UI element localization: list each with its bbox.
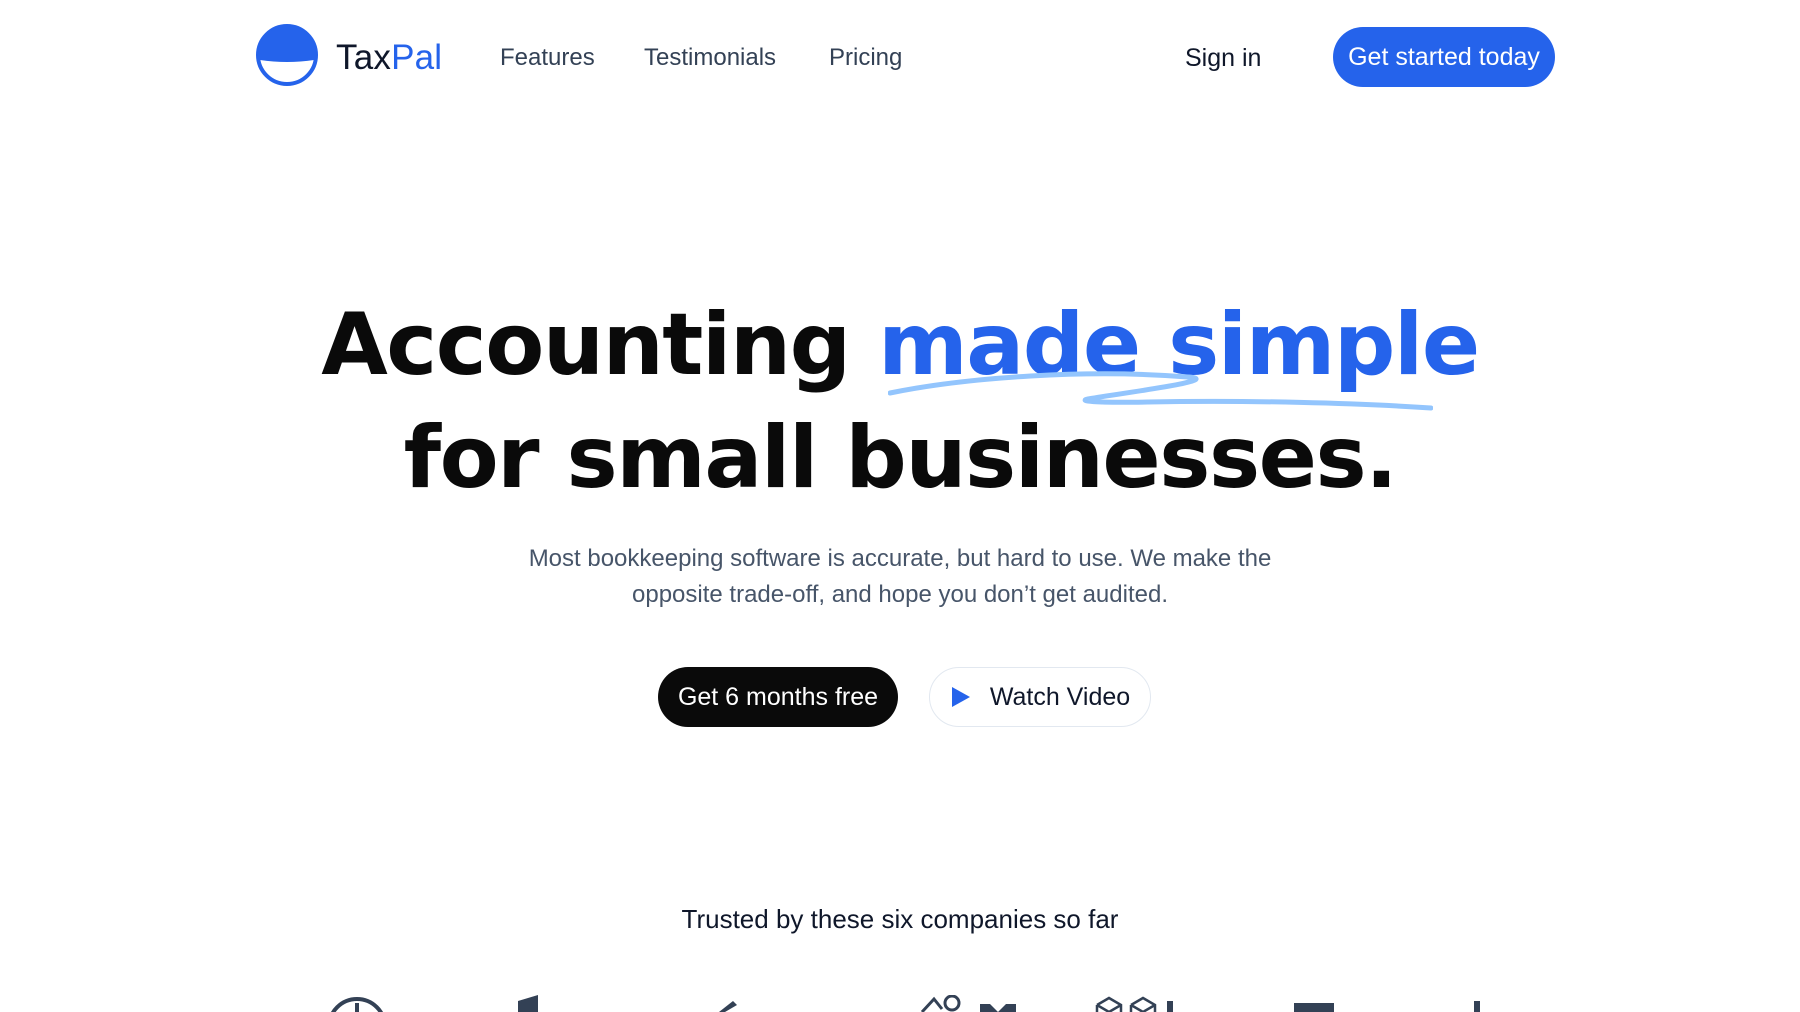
trusted-by-heading: Trusted by these six companies so far [681, 904, 1119, 934]
brand-name[interactable]: TaxPal [336, 36, 442, 80]
site-header: TaxPal Features Testimonials Pricing Sig… [0, 0, 1800, 116]
company-logo-6-icon [1294, 1001, 1480, 1012]
nav-pricing[interactable]: Pricing [829, 42, 902, 74]
company-logo-1-icon [331, 997, 383, 1012]
hero-subtitle: Most bookkeeping software is accurate, b… [528, 545, 1272, 608]
brand-name-main: Tax [336, 38, 392, 77]
nav-features[interactable]: Features [500, 42, 595, 74]
get-started-button[interactable]: Get started today [1333, 27, 1555, 87]
hero-title-line2: for small businesses. [403, 408, 1398, 508]
company-logos-row [0, 995, 1800, 1012]
taxpal-logo-icon[interactable] [256, 24, 318, 86]
hero-title-part1: Accounting [321, 295, 879, 395]
company-logo-5-icon [1095, 996, 1173, 1012]
company-logo-4-icon [920, 995, 1016, 1012]
watch-video-button[interactable]: Watch Video [929, 667, 1151, 727]
watch-video-label: Watch Video [989, 682, 1131, 711]
get-free-months-button[interactable]: Get 6 months free [658, 667, 898, 727]
company-logo-2-icon [518, 995, 538, 1012]
brand-name-accent: Pal [391, 38, 443, 77]
sign-in-link[interactable]: Sign in [1185, 42, 1261, 74]
play-icon [951, 687, 970, 707]
nav-testimonials[interactable]: Testimonials [644, 42, 776, 74]
company-logo-3-icon [719, 1001, 737, 1012]
